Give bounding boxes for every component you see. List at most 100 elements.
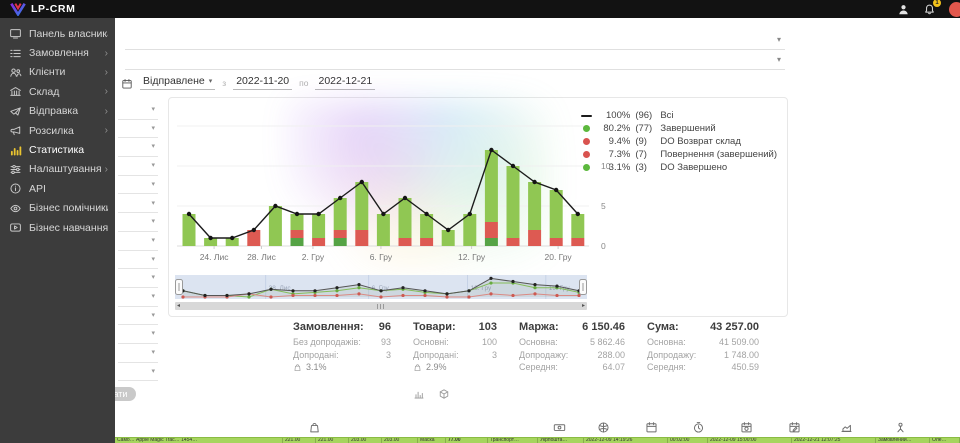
chevron-down-icon: ▾ [151, 348, 155, 356]
sidebar-item-label: Розсилка [29, 125, 105, 137]
side-filter-select-3[interactable]: ▾ [118, 156, 158, 176]
legend-item[interactable]: 3.1%(3)DO Завершено [580, 161, 777, 174]
stat-sub-value: 41 509.00 [719, 336, 759, 349]
calendar-edit-icon[interactable] [788, 421, 801, 434]
share-person-icon[interactable] [894, 421, 907, 434]
sidebar-item-7[interactable]: Налаштування› [0, 160, 115, 179]
table-cell: Укрпошта… [538, 438, 584, 443]
legend-label: Повернення (завершений) [660, 149, 777, 160]
chevron-down-icon: ▾ [151, 105, 155, 113]
legend-item[interactable]: 80.2%(77)Завершений [580, 122, 777, 135]
brand-logo[interactable]: LP-CRM [10, 2, 75, 16]
legend-count: (3) [635, 162, 660, 173]
sidebar-item-1[interactable]: Замовлення› [0, 43, 115, 62]
chevron-right-icon: › [105, 67, 108, 78]
chart-minimap[interactable]: 28. Лис6. Гру13. Гру19. Гру [175, 275, 587, 301]
stat-sub-label: Допродажу: [519, 349, 568, 362]
side-filter-select-8[interactable]: ▾ [118, 250, 158, 270]
side-filter-select-6[interactable]: ▾ [118, 212, 158, 232]
side-filter-select-0[interactable]: ▾ [118, 100, 158, 120]
stat-column-0: Замовлення:96Без допродажів:93Допродані:… [293, 321, 391, 374]
banknote-icon[interactable] [553, 421, 566, 434]
sidebar-item-9[interactable]: Бізнес помічники [0, 199, 115, 218]
side-filter-select-12[interactable]: ▾ [118, 324, 158, 344]
table-cell: 2022-12-09 14:19:26 [584, 438, 668, 443]
legend-item[interactable]: 7.3%(7)Повернення (завершений) [580, 148, 777, 161]
sidebar-item-label: Відправка [29, 105, 105, 117]
side-filter-select-4[interactable]: ▾ [118, 175, 158, 195]
to-label: по [299, 78, 308, 90]
calendar-clock-icon[interactable] [740, 421, 753, 434]
summary-stats: Замовлення:96Без допродажів:93Допродані:… [293, 321, 759, 374]
sidebar-item-3[interactable]: Склад› [0, 82, 115, 101]
chart-trend-icon[interactable] [840, 421, 853, 434]
date-from-input[interactable]: 2022-11-20 [233, 75, 292, 90]
side-filter-select-5[interactable]: ▾ [118, 194, 158, 214]
side-filter-select-13[interactable]: ▾ [118, 343, 158, 363]
sidebar: Панель власникаЗамовлення›Клієнти›Склад›… [0, 18, 115, 443]
legend-label: Всі [660, 110, 673, 121]
bag-icon [293, 363, 302, 372]
side-filter-select-14[interactable]: ▾ [118, 362, 158, 382]
topbar: LP-CRM 1 [0, 0, 960, 18]
clock-icon[interactable] [692, 421, 705, 434]
stat-sub-value: 64.07 [602, 361, 625, 374]
side-filter-select-7[interactable]: ▾ [118, 231, 158, 251]
stat-sub-row: Середня:450.59 [647, 361, 759, 374]
chart-list-icon[interactable] [413, 388, 425, 400]
table-cell: Само… Apple Magic Trac… 1454… [115, 438, 283, 443]
calendar-icon[interactable] [645, 421, 658, 434]
legend-item[interactable]: 100%(96)Всі [580, 109, 777, 122]
side-filter-select-11[interactable]: ▾ [118, 306, 158, 326]
sidebar-item-2[interactable]: Клієнти› [0, 63, 115, 82]
side-filter-select-9[interactable]: ▾ [118, 268, 158, 288]
bag-icon[interactable] [308, 421, 321, 434]
side-filter-select-2[interactable]: ▾ [118, 137, 158, 157]
svg-text:6. Гру: 6. Гру [370, 252, 393, 262]
user-icon[interactable] [897, 3, 910, 16]
filter-dropdown-1[interactable]: ▾ [125, 30, 785, 50]
stat-sub-value: 5 862.46 [590, 336, 625, 349]
side-filter-select-1[interactable]: ▾ [118, 119, 158, 139]
stat-sub-label: Допродані: [293, 349, 339, 362]
sphere-icon[interactable] [597, 421, 610, 434]
table-cell: 203.00 [382, 438, 418, 443]
sidebar-item-6[interactable]: Статистика [0, 140, 115, 159]
bag-icon [413, 363, 422, 372]
sidebar-item-5[interactable]: Розсилка› [0, 121, 115, 140]
sidebar-item-label: Бізнес навчання [29, 222, 108, 234]
legend-percent: 100% [597, 110, 630, 121]
table-cell: 221.00 [283, 438, 316, 443]
cube-icon[interactable] [438, 388, 450, 400]
stat-sub-row: Основна:5 862.46 [519, 336, 625, 349]
scroll-left-icon[interactable]: ◂ [177, 302, 180, 310]
date-type-select[interactable]: Відправлене ▾ [140, 75, 215, 90]
svg-text:28. Лис: 28. Лис [247, 252, 277, 262]
stat-sub-row: Без допродажів:93 [293, 336, 391, 349]
sidebar-item-10[interactable]: Бізнес навчання [0, 218, 115, 237]
sidebar-item-8[interactable]: API [0, 179, 115, 198]
date-to-input[interactable]: 2022-12-21 [315, 75, 375, 90]
chevron-down-icon: ▾ [151, 236, 155, 244]
orders-chart[interactable]: 051024. Лис28. Лис2. Гру6. Гру12. Гру20.… [175, 103, 621, 269]
stat-sub-row: Допродані:3 [293, 349, 391, 362]
mailing-icon [9, 124, 22, 137]
chart-scrollbar[interactable]: ◂ ▸ [175, 302, 587, 310]
legend-percent: 80.2% [597, 123, 630, 134]
logout-icon[interactable] [949, 2, 960, 17]
side-filter-select-10[interactable]: ▾ [118, 287, 158, 307]
chevron-down-icon: ▾ [777, 55, 781, 64]
bell-icon[interactable]: 1 [923, 3, 936, 16]
legend-item[interactable]: 9.4%(9)DO Возврат склад [580, 135, 777, 148]
stat-title-label: Маржа: [519, 321, 559, 333]
filter-dropdown-2[interactable]: ▾ [125, 50, 785, 70]
table-cell: 2022-12-21 12:07:25 [792, 438, 876, 443]
legend-count: (77) [635, 123, 660, 134]
scroll-right-icon[interactable]: ▸ [582, 302, 585, 310]
chevron-down-icon: ▾ [151, 367, 155, 375]
shipping-icon [9, 105, 22, 118]
sidebar-item-0[interactable]: Панель власника [0, 24, 115, 43]
scrollbar-grip[interactable] [377, 304, 385, 309]
sidebar-item-4[interactable]: Відправка› [0, 102, 115, 121]
svg-text:2. Гру: 2. Гру [302, 252, 325, 262]
